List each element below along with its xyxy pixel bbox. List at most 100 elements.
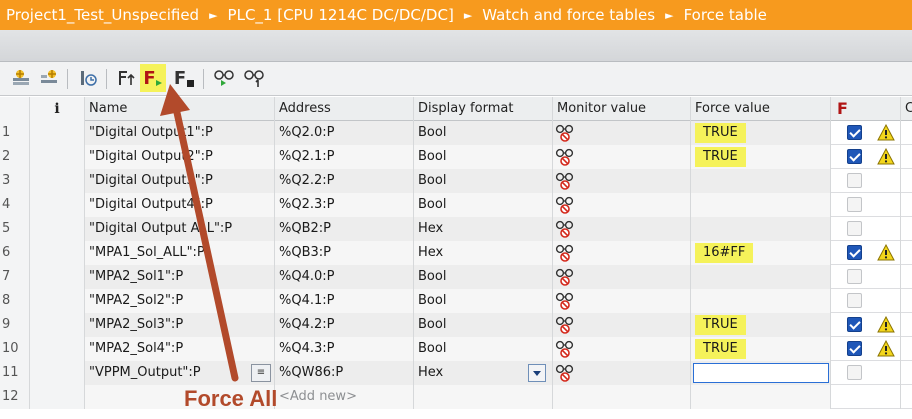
row-number[interactable]: 12: [0, 385, 30, 409]
tag-name-cell[interactable]: "Digital Output1":P: [85, 121, 275, 145]
table-row[interactable]: 8 "MPA2_Sol2":P %Q4.1:P Bool: [0, 289, 912, 313]
address-cell[interactable]: %Q4.0:P: [275, 265, 414, 289]
table-row[interactable]: 5 "Digital Output ALL":P %QB2:P Hex: [0, 217, 912, 241]
column-header-force-flag[interactable]: F: [831, 97, 901, 121]
address-cell[interactable]: %Q2.3:P: [275, 193, 414, 217]
force-value-cell[interactable]: TRUE: [691, 313, 831, 337]
row-number[interactable]: 1: [0, 121, 30, 145]
display-format-cell[interactable]: Bool: [414, 169, 553, 193]
address-cell[interactable]: %Q4.3:P: [275, 337, 414, 361]
display-format-cell[interactable]: Bool: [414, 265, 553, 289]
tag-name-cell[interactable]: "MPA2_Sol3":P: [85, 313, 275, 337]
tag-name-cell[interactable]: "Digital Output3":P: [85, 169, 275, 193]
breadcrumb-plc[interactable]: PLC_1 [CPU 1214C DC/DC/DC]: [228, 6, 454, 24]
column-header-force-value[interactable]: Force value: [691, 97, 831, 121]
force-value-cell[interactable]: TRUE: [691, 337, 831, 361]
row-number[interactable]: 3: [0, 169, 30, 193]
force-value-cell[interactable]: 16#FF: [691, 241, 831, 265]
display-format-cell[interactable]: Bool: [414, 337, 553, 361]
display-format-cell[interactable]: Bool: [414, 121, 553, 145]
column-header-address[interactable]: Address: [275, 97, 414, 121]
force-checkbox[interactable]: [847, 341, 862, 356]
force-update-icon[interactable]: [114, 66, 138, 90]
force-value-cell[interactable]: [691, 169, 831, 193]
table-row[interactable]: 9 "MPA2_Sol3":P %Q4.2:P Bool TRUE: [0, 313, 912, 337]
add-row-icon[interactable]: [38, 66, 62, 90]
display-format-cell[interactable]: Bool: [414, 313, 553, 337]
tag-name-cell[interactable]: "MPA1_Sol_ALL":P: [85, 241, 275, 265]
column-header-extra[interactable]: C: [901, 97, 912, 121]
force-checkbox[interactable]: [847, 149, 862, 164]
row-number[interactable]: 10: [0, 337, 30, 361]
display-format-cell[interactable]: Hex: [414, 241, 553, 265]
table-row[interactable]: 10 "MPA2_Sol4":P %Q4.3:P Bool TRUE: [0, 337, 912, 361]
breadcrumb-project[interactable]: Project1_Test_Unspecified: [6, 6, 199, 24]
table-row[interactable]: 2 "Digital Output2":P %Q2.1:P Bool TRUE: [0, 145, 912, 169]
table-row[interactable]: 11 "VPPM_Output":P %QW86:P Hex ≡: [0, 361, 912, 385]
row-number[interactable]: 2: [0, 145, 30, 169]
force-checkbox[interactable]: [847, 221, 862, 236]
column-header-name[interactable]: Name: [85, 97, 275, 121]
address-cell[interactable]: %Q4.2:P: [275, 313, 414, 337]
force-checkbox[interactable]: [847, 269, 862, 284]
table-row[interactable]: 6 "MPA1_Sol_ALL":P %QB3:P Hex 16#FF: [0, 241, 912, 265]
force-value-cell[interactable]: [691, 193, 831, 217]
display-format-cell[interactable]: Bool: [414, 289, 553, 313]
table-row[interactable]: 4 "Digital Output4":P %Q2.3:P Bool: [0, 193, 912, 217]
row-number[interactable]: 11: [0, 361, 30, 385]
insert-row-icon[interactable]: [10, 66, 34, 90]
column-header-monitor-value[interactable]: Monitor value: [553, 97, 691, 121]
force-checkbox[interactable]: [847, 197, 862, 212]
stop-force-button[interactable]: F: [172, 66, 196, 90]
address-cell[interactable]: %Q2.1:P: [275, 145, 414, 169]
info-column-header[interactable]: i: [30, 97, 85, 121]
row-number[interactable]: 8: [0, 289, 30, 313]
monitor-once-icon[interactable]: [242, 66, 266, 90]
display-format-cell[interactable]: Bool: [414, 193, 553, 217]
tag-browse-icon[interactable]: ≡: [251, 364, 271, 382]
display-format-cell[interactable]: [414, 385, 553, 409]
tag-name-cell[interactable]: "Digital Output ALL":P: [85, 217, 275, 241]
force-all-button[interactable]: F: [140, 64, 166, 92]
force-value-cell[interactable]: TRUE: [691, 121, 831, 145]
tag-name-cell[interactable]: "Digital Output2":P: [85, 145, 275, 169]
force-checkbox[interactable]: [847, 293, 862, 308]
force-value-cell[interactable]: [691, 217, 831, 241]
display-format-dropdown-icon[interactable]: [528, 364, 546, 382]
force-value-input[interactable]: [693, 363, 829, 383]
add-new-placeholder[interactable]: <Add new>: [275, 385, 414, 409]
tag-name-cell[interactable]: "Digital Output4":P: [85, 193, 275, 217]
row-number[interactable]: 9: [0, 313, 30, 337]
table-row[interactable]: 3 "Digital Output3":P %Q2.2:P Bool: [0, 169, 912, 193]
table-row[interactable]: 7 "MPA2_Sol1":P %Q4.0:P Bool: [0, 265, 912, 289]
force-value-cell[interactable]: [691, 385, 831, 409]
tag-name-cell[interactable]: "MPA2_Sol1":P: [85, 265, 275, 289]
tag-name-cell[interactable]: "MPA2_Sol4":P: [85, 337, 275, 361]
force-value-cell[interactable]: [691, 289, 831, 313]
address-cell[interactable]: %Q4.1:P: [275, 289, 414, 313]
tag-name-cell[interactable]: "VPPM_Output":P: [85, 361, 275, 385]
force-value-cell[interactable]: [691, 265, 831, 289]
column-header-display-format[interactable]: Display format: [414, 97, 553, 121]
force-checkbox[interactable]: [847, 245, 862, 260]
display-format-cell[interactable]: Hex: [414, 217, 553, 241]
address-cell[interactable]: %QW86:P: [275, 361, 414, 385]
force-checkbox[interactable]: [847, 173, 862, 188]
force-checkbox[interactable]: [847, 317, 862, 332]
tag-name-cell[interactable]: "MPA2_Sol2":P: [85, 289, 275, 313]
address-cell[interactable]: %QB3:P: [275, 241, 414, 265]
table-row[interactable]: 1 "Digital Output1":P %Q2.0:P Bool TRUE: [0, 121, 912, 145]
display-format-cell[interactable]: Bool: [414, 145, 553, 169]
force-checkbox[interactable]: [847, 365, 862, 380]
breadcrumb-watch-tables[interactable]: Watch and force tables: [482, 6, 655, 24]
monitor-all-icon[interactable]: [212, 66, 236, 90]
force-value-cell[interactable]: TRUE: [691, 145, 831, 169]
force-value-cell[interactable]: [691, 361, 831, 385]
row-number[interactable]: 4: [0, 193, 30, 217]
add-new-row[interactable]: 12 <Add new>: [0, 385, 912, 409]
force-checkbox[interactable]: [847, 125, 862, 140]
row-number[interactable]: 6: [0, 241, 30, 265]
address-cell[interactable]: %Q2.0:P: [275, 121, 414, 145]
address-cell[interactable]: %QB2:P: [275, 217, 414, 241]
address-cell[interactable]: %Q2.2:P: [275, 169, 414, 193]
